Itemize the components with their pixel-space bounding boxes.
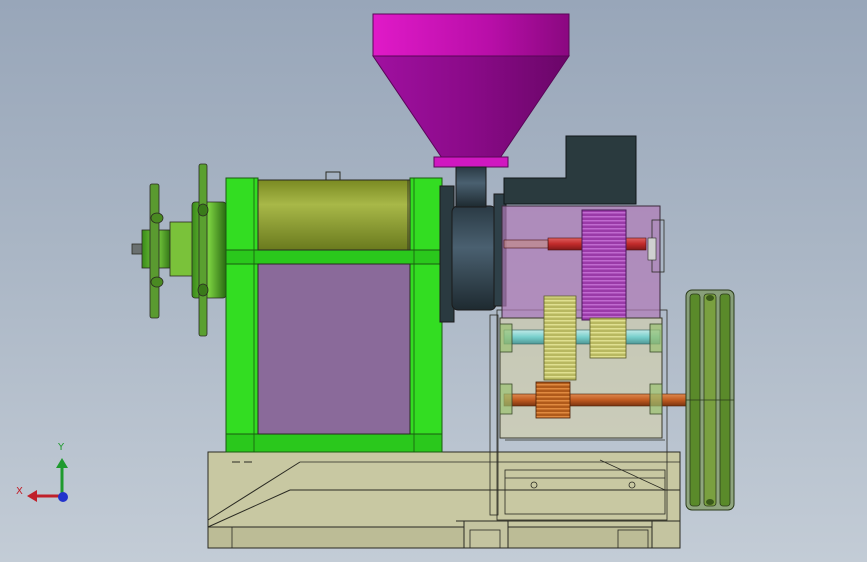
z-axis-origin (58, 492, 68, 502)
intermediate-gear[interactable] (589, 317, 627, 359)
x-axis-label: X (16, 486, 23, 497)
cad-viewport[interactable]: X Y (0, 0, 867, 562)
inspection-panel[interactable] (257, 263, 411, 435)
pinion-gear[interactable] (543, 295, 577, 381)
intermediate-shaft[interactable] (503, 329, 661, 345)
y-axis-label: Y (58, 442, 65, 453)
axis-triad (27, 458, 68, 502)
lower-gear[interactable] (535, 381, 571, 419)
x-axis-arrowhead (27, 490, 37, 502)
large-purple-gear[interactable] (581, 209, 627, 321)
y-axis-arrowhead (56, 458, 68, 468)
press-barrel[interactable] (257, 171, 411, 251)
oil-press-assembly-drawing[interactable] (0, 0, 867, 562)
motor-cover[interactable] (503, 135, 637, 205)
drive-pulley[interactable] (685, 289, 735, 511)
base-frame[interactable] (207, 451, 681, 549)
adjusting-handwheel[interactable] (131, 163, 227, 337)
